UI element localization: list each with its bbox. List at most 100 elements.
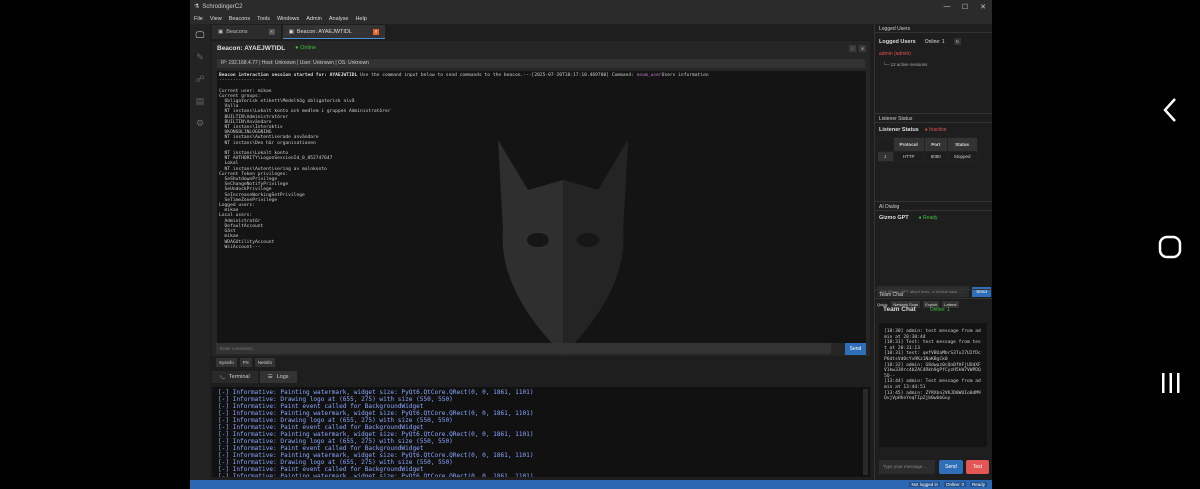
tab-terminal[interactable]: ›_ Terminal [212, 371, 258, 383]
cell-status: Stopped [946, 151, 978, 162]
logs-panel[interactable]: [-] Informative: Painting watermark, wid… [212, 387, 870, 477]
tab-logs[interactable]: ☰ Logs [259, 371, 297, 383]
log-line: [-] Informative: Paint event called for … [218, 424, 424, 431]
menu-tools[interactable]: Tools [257, 16, 270, 22]
session-count: └─ 12 active sessions [883, 62, 928, 67]
log-line: [-] Informative: Paint event called for … [218, 445, 424, 452]
monitor-icon[interactable]: 🖵 [193, 30, 207, 40]
beacon-title: Beacon: AYAEJWTIDL [217, 44, 286, 52]
tools-icon[interactable]: ✎ [193, 52, 207, 62]
title-bar: ⚗ SchrodingerC2 — ☐ ✕ [190, 0, 992, 13]
chat-message: [18:31] Test: test message from test at … [884, 340, 981, 351]
chat-input[interactable]: Type your message... [879, 460, 935, 474]
user-entry: admin (admin) [879, 51, 911, 57]
recents-icon[interactable] [1160, 372, 1182, 394]
window-title: SchrodingerC2 [202, 3, 243, 10]
ps-button[interactable]: PS [239, 358, 252, 367]
left-toolbar: 🖵 ✎ ☍ ▤ ⚙ [190, 24, 210, 480]
cat-watermark [498, 140, 628, 355]
chat-message: [18:31] test: qefVBUaMbrS3Tx27UIfDcP6dts… [884, 351, 981, 362]
chat-send-button[interactable]: Send [939, 460, 963, 474]
send-command-button[interactable]: Send [845, 343, 866, 355]
chart-icon[interactable]: ▤ [193, 96, 207, 106]
login-status: Not logged in [909, 482, 940, 487]
float-button[interactable]: □ [849, 44, 856, 52]
tab-close-icon[interactable]: ✕ [372, 28, 379, 35]
home-icon[interactable] [1158, 235, 1182, 259]
back-icon[interactable] [1162, 97, 1178, 123]
settings-icon[interactable]: ⚙ [193, 118, 207, 128]
network-icon[interactable]: ☍ [193, 74, 207, 84]
quick-commands: Sysinfo PS Netinfo [216, 358, 276, 367]
logs-icon: ☰ [267, 374, 273, 380]
ai-section: AI Dialog Gizmo GPT ● Ready Ask Gizmo GP… [875, 201, 992, 308]
tab-beacon-detail[interactable]: ▣ Beacon: AYAEJWTIDL ✕ [282, 25, 385, 39]
team-chat-online: Online: 1 [929, 306, 950, 313]
maximize-button[interactable]: ☐ [956, 3, 974, 11]
menu-admin[interactable]: Admin [306, 16, 322, 22]
app-window: ⚗ SchrodingerC2 — ☐ ✕ File View Beacons … [190, 0, 992, 489]
refresh-icon[interactable]: ↻ [953, 38, 962, 45]
close-button[interactable]: ✕ [974, 3, 992, 11]
menu-file[interactable]: File [194, 16, 203, 22]
log-line: [-] Informative: Painting watermark, wid… [218, 410, 534, 417]
team-chat-section: Team Chat Team Chat Online: 1 [18:30] ad… [875, 289, 992, 480]
logged-users-title: Logged Users [879, 38, 916, 45]
log-line: [-] Informative: Drawing logo at (655, 2… [218, 459, 453, 466]
ai-header: AI Dialog [875, 202, 992, 211]
tab-logs-label: Logs [276, 374, 289, 380]
menu-help[interactable]: Help [355, 16, 366, 22]
log-line: [-] Informative: Paint event called for … [218, 466, 424, 473]
table-row[interactable]: 1 HTTP 8080 Stopped [877, 151, 978, 162]
beacon-status: ● Online [295, 45, 317, 51]
menu-beacons[interactable]: Beacons [229, 16, 250, 22]
tab-beacon-label: Beacon: AYAEJWTIDL [296, 28, 352, 35]
close-panel-button[interactable]: ✕ [859, 44, 866, 52]
row-index: 1 [877, 151, 894, 162]
ready-status: Ready [969, 482, 987, 487]
ai-title: Gizmo GPT [879, 215, 909, 221]
chat-message: [13:44] admin: Test message from admin a… [884, 379, 981, 390]
log-line: [-] Informative: Painting watermark, wid… [218, 389, 534, 396]
listener-title: Listener Status [879, 127, 919, 133]
tab-terminal-label: Terminal [228, 374, 250, 380]
menu-view[interactable]: View [210, 16, 222, 22]
logged-users-header: Logged Users [875, 24, 992, 33]
cell-port: 8080 [923, 151, 948, 162]
monitor-icon: ▣ [218, 29, 224, 35]
log-line: [-] Informative: Painting watermark, wid… [218, 452, 534, 459]
chat-message: [13:45] admin: ZYRXbn2VKJD0WUIo8dM9QvjVp… [884, 390, 981, 402]
online-status: Online: 0 [943, 482, 966, 487]
listener-table: Protocol Port Status 1 HTTP 8080 Stopped [877, 137, 978, 162]
app-icon: ⚗ [194, 4, 200, 10]
console-command: enum_user [636, 73, 662, 78]
netinfo-button[interactable]: Netinfo [254, 358, 276, 367]
menu-windows[interactable]: Windows [277, 16, 299, 22]
minimize-button[interactable]: — [938, 3, 956, 11]
team-chat-title: Team Chat [883, 306, 916, 313]
log-line: [-] Informative: Paint event called for … [218, 403, 424, 410]
menu-analyse[interactable]: Analyse [329, 16, 349, 22]
log-line: [-] Informative: Drawing logo at (655, 2… [218, 438, 453, 445]
monitor-icon: ▣ [288, 28, 294, 35]
logged-users-online: Online: 1 [924, 38, 945, 45]
logs-scrollbar[interactable] [863, 389, 868, 475]
sysinfo-button[interactable]: Sysinfo [216, 358, 237, 367]
tab-bar: ▣ Beacons ✕ ▣ Beacon: AYAEJWTIDL ✕ [212, 25, 385, 39]
listener-section: Listener Status Listener Status ● Inacti… [875, 113, 992, 201]
terminal-icon: ›_ [220, 374, 225, 380]
log-line: [-] Informative: Drawing logo at (655, 2… [218, 396, 453, 403]
log-line: [-] Informative: Drawing logo at (655, 2… [218, 417, 453, 424]
command-input[interactable]: Enter command... [216, 343, 831, 354]
listener-state: ● Inactive [924, 127, 947, 133]
chat-test-button[interactable]: Test [966, 460, 989, 474]
cell-protocol: HTTP [892, 151, 925, 162]
logged-users-section: Logged Users Logged Users Online: 1 ↻ ad… [875, 24, 992, 112]
beacon-info: IP: 192.168.4.77 | Host: Unknown | User:… [217, 59, 865, 68]
col-status: Status [946, 137, 978, 152]
chat-message: [18:30] admin: test message from admin a… [884, 329, 981, 340]
tab-beacons[interactable]: ▣ Beacons ✕ [212, 25, 281, 39]
tab-close-icon[interactable]: ✕ [268, 29, 275, 35]
console-header-rest: Use the command input below to send comm… [357, 73, 524, 78]
team-chat-header: Team Chat [875, 290, 992, 299]
